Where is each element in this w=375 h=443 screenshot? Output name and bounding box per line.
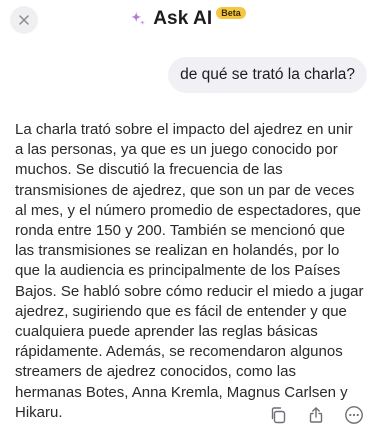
beta-badge: Beta [216, 7, 246, 19]
copy-button[interactable] [267, 404, 289, 426]
page-title: Ask AI [153, 8, 213, 29]
more-icon [345, 406, 363, 424]
header: Ask AI Beta [0, 0, 375, 40]
share-icon [309, 407, 323, 423]
sparkle-icon [131, 11, 146, 26]
title-group: Ask AI Beta [0, 6, 375, 32]
more-button[interactable] [343, 404, 365, 426]
share-button[interactable] [305, 404, 327, 426]
user-message-bubble: de qué se trató la charla? [168, 57, 367, 93]
copy-icon [271, 407, 286, 424]
message-actions [267, 404, 365, 426]
assistant-message: La charla trató sobre el impacto del aje… [15, 121, 364, 421]
